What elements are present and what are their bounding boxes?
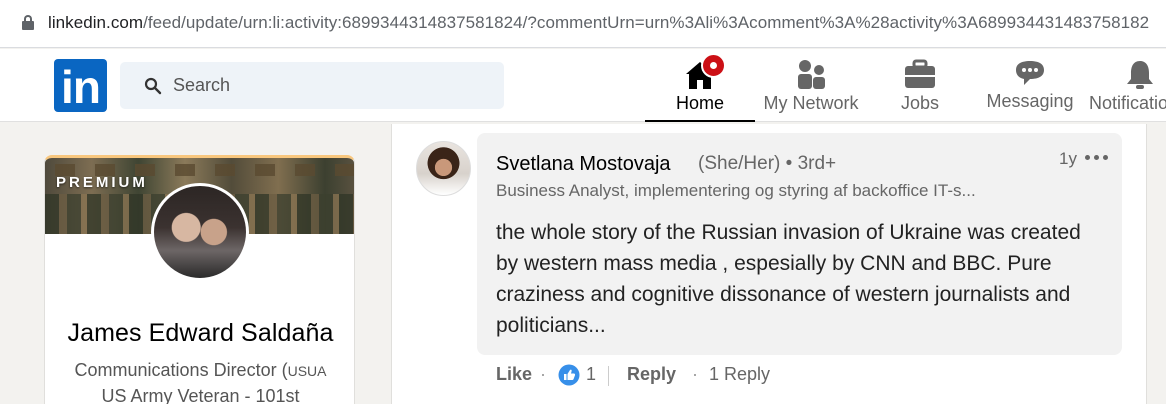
nav-label-jobs: Jobs: [900, 93, 940, 113]
nav-item-home[interactable]: Home: [645, 49, 755, 122]
search-input[interactable]: [173, 62, 493, 109]
separator-dot: ·: [540, 364, 546, 384]
separator-dot: ·: [692, 364, 698, 384]
reply-button[interactable]: Reply: [627, 364, 676, 385]
commenter-pronouns-degree: (She/Her) • 3rd+: [698, 153, 837, 174]
profile-name[interactable]: James Edward Saldaña: [45, 319, 354, 348]
browser-address-bar[interactable]: linkedin.com/feed/update/urn:li:activity…: [0, 0, 1166, 48]
lock-icon[interactable]: [22, 15, 34, 31]
notification-badge: [701, 53, 726, 78]
nav-item-notifications[interactable]: Notifications: [1087, 49, 1166, 122]
like-reaction-icon[interactable]: [558, 364, 580, 386]
profile-title: Communications Director (USUA US Army Ve…: [74, 360, 327, 404]
profile-card[interactable]: PREMIUM James Edward Saldaña Communicati…: [44, 155, 355, 404]
profile-avatar[interactable]: [151, 183, 249, 281]
nav-item-messaging[interactable]: Messaging: [973, 49, 1087, 122]
nav-label-home: Home: [675, 93, 724, 113]
like-count[interactable]: 1: [586, 364, 596, 385]
commenter-avatar[interactable]: [416, 141, 471, 196]
nav-label-my-network: My Network: [763, 93, 859, 113]
network-icon: [798, 60, 825, 89]
like-button[interactable]: Like: [496, 364, 532, 385]
reply-count-link[interactable]: 1 Reply: [709, 364, 770, 385]
comment-bubble: Svetlana Mostovaja (She/Her) • 3rd+ Busi…: [477, 133, 1122, 355]
search-box[interactable]: [120, 62, 504, 109]
nav-item-jobs[interactable]: Jobs: [867, 49, 973, 122]
url-text[interactable]: linkedin.com/feed/update/urn:li:activity…: [48, 13, 1149, 33]
nav-label-messaging: Messaging: [986, 91, 1074, 111]
comment-text: the whole story of the Russian invasion …: [496, 221, 1081, 337]
premium-badge: PREMIUM: [56, 174, 148, 191]
briefcase-icon: [905, 59, 935, 88]
action-divider: [608, 366, 609, 386]
commenter-name[interactable]: Svetlana Mostovaja: [496, 153, 671, 176]
nav-label-notifications: Notifications: [1089, 93, 1166, 113]
more-options-icon[interactable]: [1085, 155, 1109, 161]
bell-icon: [1127, 61, 1153, 89]
linkedin-logo-icon[interactable]: in: [54, 59, 107, 113]
nav-item-my-network[interactable]: My Network: [755, 49, 867, 122]
messaging-icon: [1016, 61, 1044, 85]
search-icon: [144, 77, 162, 95]
comment-timestamp: 1y: [1059, 149, 1077, 168]
linkedin-nav-bar: in Home My Network Jobs: [0, 49, 1166, 122]
commenter-headline: Business Analyst, implementering og styr…: [496, 181, 976, 200]
